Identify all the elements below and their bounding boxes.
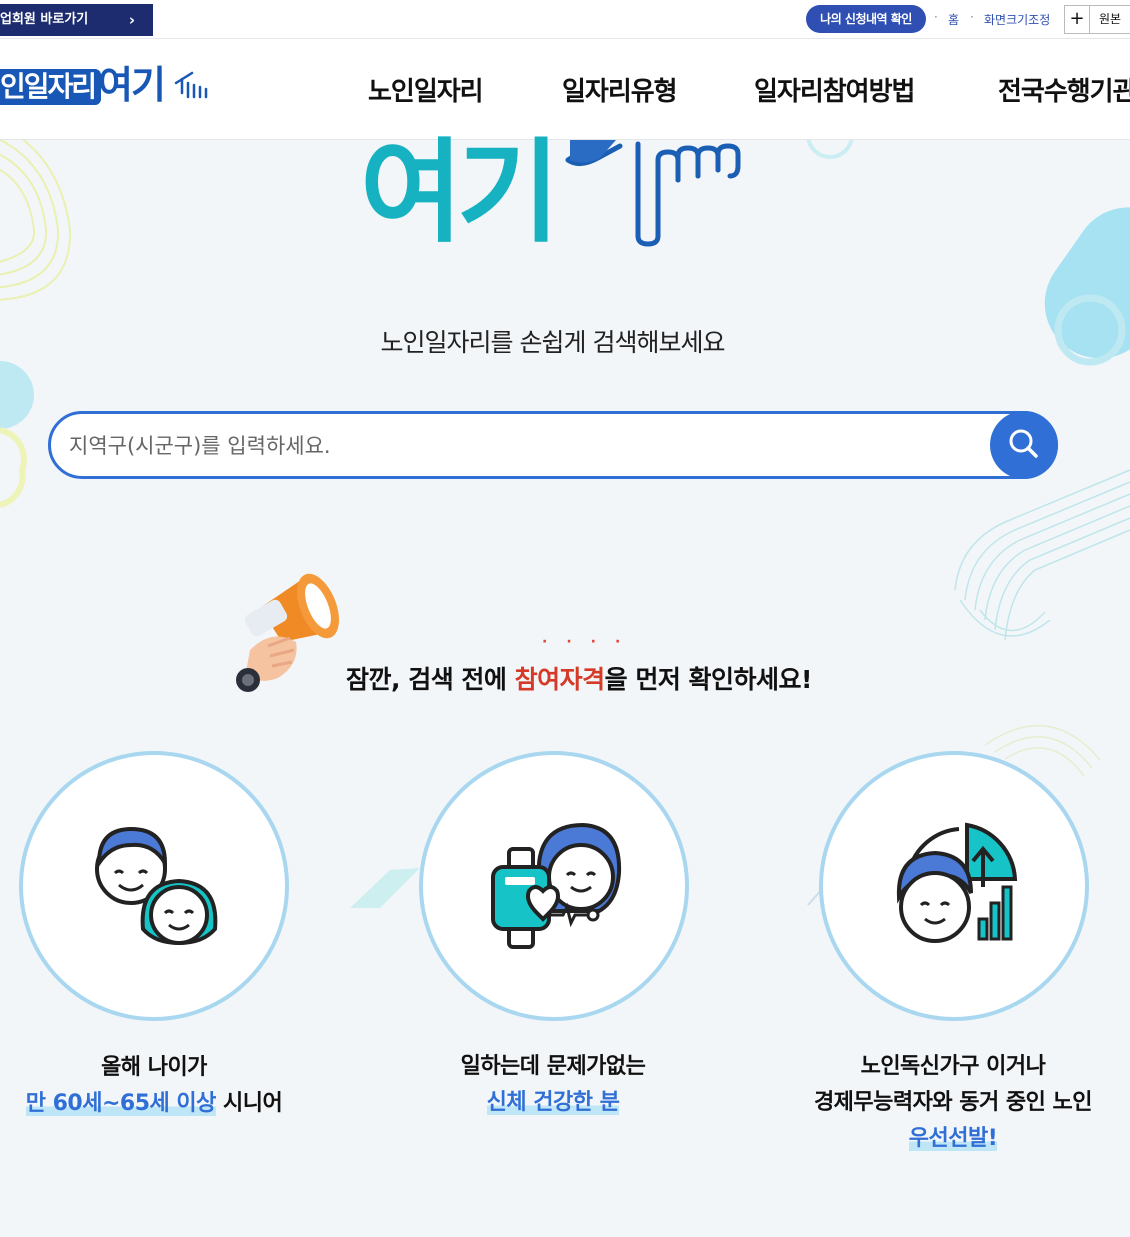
search-subtitle: 노인일자리를 손쉽게 검색해보세요 [380, 328, 726, 357]
card-age-line1: 올해 나이가 [101, 1055, 207, 1080]
chevron-right-icon: › [128, 11, 135, 29]
main-header: 인일자리 여기 노인일자리 일자리유형 일자리참여방법 전국수행기관 [0, 39, 1130, 140]
nav-item-job-types[interactable]: 일자리유형 [562, 71, 678, 108]
nav-item-how-to-join[interactable]: 일자리참여방법 [754, 71, 915, 108]
member-shortcut-label: 업회원 바로가기 [0, 12, 89, 27]
card-priority-line1: 노인독신가구 이거나 [860, 1054, 1046, 1079]
separator-dot: · [934, 10, 938, 24]
zoom-controls: + 원본 [1064, 5, 1130, 34]
eligibility-notice: 잠깐, 검색 전에 참여자격을 먼저 확인하세요! [346, 660, 812, 696]
card-health-text: 일하는데 문제가없는 신체 건강한 분 [383, 1049, 723, 1121]
card-priority-highlight: 우선선발! [908, 1126, 998, 1151]
pointing-hand-icon [174, 71, 208, 99]
health-watch-icon [491, 822, 622, 949]
card-age-highlight: 만 60세~65세 이상 [25, 1091, 216, 1116]
megaphone-icon [236, 573, 339, 692]
notice-text-before: 잠깐, 검색 전에 [346, 665, 515, 694]
search-button[interactable] [990, 411, 1058, 479]
card-health-line1: 일하는데 문제가없는 [460, 1054, 646, 1079]
member-shortcut-link[interactable]: 업회원 바로가기 › [0, 4, 153, 36]
card-priority-text: 노인독신가구 이거나 경제무능력자와 동거 중인 노인 우선선발! [783, 1049, 1123, 1157]
logo-text-secondary: 여기 [98, 63, 166, 107]
region-search-input[interactable] [67, 426, 971, 466]
hero-title: 여기 [360, 128, 560, 258]
separator-dot: · [970, 10, 974, 24]
seniors-couple-icon [95, 826, 218, 946]
font-size-label: 화면크기조정 [984, 13, 1051, 27]
zoom-reset-button[interactable]: 원본 [1090, 6, 1130, 33]
eligibility-card-priority [819, 751, 1089, 1021]
utility-bar: 업회원 바로가기 › 나의 신청내역 확인 · 홈 · 화면크기조정 + 원본 [0, 0, 1130, 39]
zoom-in-button[interactable]: + [1065, 6, 1090, 33]
hero-pointing-hand-icon [565, 140, 741, 247]
eligibility-card-age [19, 751, 289, 1021]
emphasis-dots: ···· [542, 634, 640, 650]
card-age-line2: 시니어 [215, 1091, 283, 1116]
nav-item-agencies[interactable]: 전국수행기관 [998, 71, 1130, 108]
card-age-text: 올해 나이가 만 60세~65세 이상 시니어 [0, 1050, 324, 1122]
search-bar [48, 411, 1058, 479]
logo-text-primary: 인일자리 [0, 69, 102, 105]
eligibility-card-health [419, 751, 689, 1021]
notice-text-after: 을 먼저 확인하세요! [604, 665, 813, 694]
application-history-button[interactable]: 나의 신청내역 확인 [806, 5, 926, 33]
nav-item-senior-jobs[interactable]: 노인일자리 [368, 71, 484, 108]
notice-highlight: 참여자격 [514, 665, 606, 694]
home-link[interactable]: 홈 [948, 11, 959, 28]
site-logo[interactable]: 인일자리 여기 [0, 61, 230, 117]
card-health-highlight: 신체 건강한 분 [486, 1090, 620, 1115]
priority-chart-icon [896, 822, 1018, 943]
search-icon [1009, 429, 1038, 458]
card-priority-line2: 경제무능력자와 동거 중인 노인 [813, 1090, 1093, 1115]
